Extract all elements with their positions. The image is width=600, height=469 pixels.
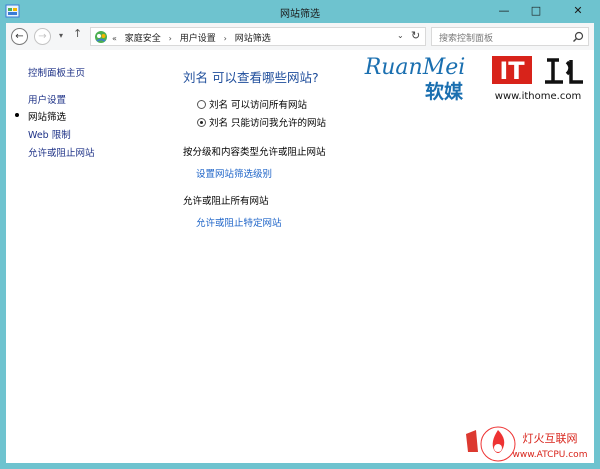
corner-watermark-cn: 灯火互联网 bbox=[523, 432, 578, 445]
breadcrumb-user-settings[interactable]: 用户设置 bbox=[180, 34, 216, 44]
sidebar-item-allow-block-websites[interactable]: 允许或阻止网站 bbox=[28, 145, 95, 159]
breadcrumb-overflow-chevron[interactable]: « bbox=[112, 34, 117, 43]
svg-text:IT: IT bbox=[499, 57, 525, 85]
sidebar: 控制面板主页 用户设置 网站筛选 Web 限制 允许或阻止网站 bbox=[6, 50, 156, 463]
up-button[interactable]: ↑ bbox=[73, 28, 82, 39]
close-button[interactable]: ✕ bbox=[566, 2, 590, 20]
page-title: 刘名 可以查看哪些网站? bbox=[183, 70, 319, 85]
allow-block-specific-sites-link[interactable]: 允许或阻止特定网站 bbox=[196, 215, 282, 229]
address-bar[interactable]: « 家庭安全 › 用户设置 › 网站筛选 ⌄ ↻ bbox=[90, 27, 426, 46]
option-allow-approved-websites[interactable]: 刘名 只能访问我允许的网站 bbox=[197, 115, 326, 129]
sidebar-item-user-settings[interactable]: 用户设置 bbox=[28, 92, 66, 106]
corner-watermark-url: www.ATCPU.com bbox=[513, 450, 588, 460]
sidebar-control-panel-home[interactable]: 控制面板主页 bbox=[28, 65, 85, 79]
ithome-watermark-logo: IT www.ithome.com bbox=[492, 56, 583, 102]
back-button[interactable]: ← bbox=[11, 28, 28, 45]
control-panel-icon bbox=[95, 31, 107, 43]
current-page-bullet-icon bbox=[15, 113, 19, 117]
ruanmei-chinese-text: 软媒 bbox=[425, 80, 464, 103]
refresh-icon[interactable]: ↻ bbox=[411, 29, 420, 42]
search-icon[interactable] bbox=[572, 31, 584, 43]
section-heading-rating-filter: 按分级和内容类型允许或阻止网站 bbox=[183, 147, 326, 158]
ithome-url-text: www.ithome.com bbox=[495, 91, 581, 102]
recent-locations-button[interactable]: ▾ bbox=[59, 31, 63, 41]
sidebar-item-web-restrictions[interactable]: Web 限制 bbox=[28, 127, 71, 141]
search-box[interactable]: 搜索控制面板 bbox=[431, 27, 589, 46]
breadcrumb-separator-icon[interactable]: › bbox=[224, 34, 227, 43]
option-label: 刘名 只能访问我允许的网站 bbox=[209, 118, 327, 129]
title-bar[interactable]: 网站筛选 — □ ✕ bbox=[0, 0, 600, 23]
set-filter-level-link[interactable]: 设置网站筛选级别 bbox=[196, 166, 272, 180]
radio-button[interactable] bbox=[197, 100, 206, 109]
sidebar-item-web-filtering[interactable]: 网站筛选 bbox=[28, 109, 66, 123]
ruanmei-watermark-logo: RuanMei 软媒 bbox=[364, 55, 466, 103]
option-allow-all-websites[interactable]: 刘名 可以访问所有网站 bbox=[197, 97, 307, 111]
minimize-button[interactable]: — bbox=[492, 2, 516, 20]
breadcrumb-family-safety[interactable]: 家庭安全 bbox=[125, 34, 161, 44]
forward-button[interactable]: → bbox=[34, 28, 51, 45]
breadcrumb: « 家庭安全 › 用户设置 › 网站筛选 bbox=[112, 31, 276, 44]
address-dropdown-icon[interactable]: ⌄ bbox=[397, 31, 404, 40]
content-area: 控制面板主页 用户设置 网站筛选 Web 限制 允许或阻止网站 刘名 可以查看哪… bbox=[6, 50, 594, 463]
search-input[interactable]: 搜索控制面板 bbox=[439, 31, 493, 44]
maximize-button[interactable]: □ bbox=[524, 2, 548, 20]
section-heading-allow-block-all: 允许或阻止所有网站 bbox=[183, 196, 269, 207]
atcpu-watermark-logo: 灯火互联网 www.ATCPU.com bbox=[466, 426, 588, 462]
radio-button-selected[interactable] bbox=[197, 118, 206, 127]
breadcrumb-separator-icon[interactable]: › bbox=[169, 34, 172, 43]
option-label: 刘名 可以访问所有网站 bbox=[209, 100, 308, 111]
breadcrumb-web-filtering[interactable]: 网站筛选 bbox=[235, 34, 271, 44]
navigation-bar: ← → ▾ ↑ « 家庭安全 › 用户设置 › 网站筛选 ⌄ ↻ 搜索控制面板 bbox=[6, 23, 594, 50]
control-panel-window: 网站筛选 — □ ✕ ← → ▾ ↑ « 家庭安全 › 用户设置 › 网站筛选 bbox=[0, 0, 600, 469]
ruanmei-latin-text: RuanMei bbox=[364, 55, 466, 80]
